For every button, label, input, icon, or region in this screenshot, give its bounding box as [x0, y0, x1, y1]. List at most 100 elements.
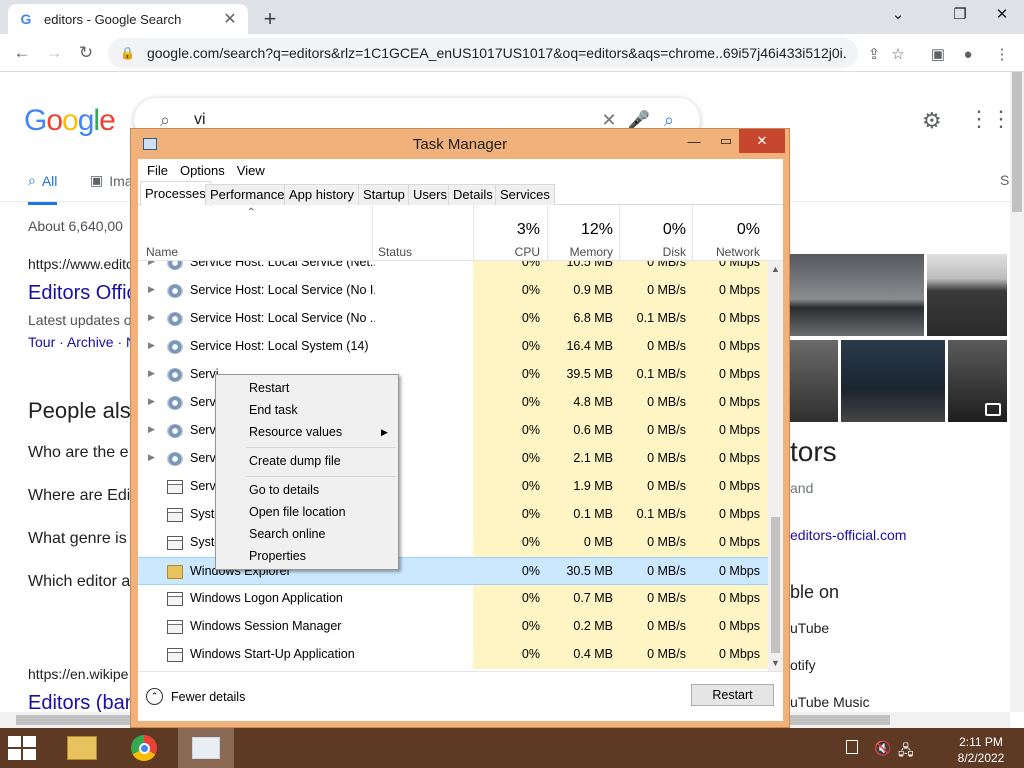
address-bar[interactable]: 🔒 google.com/search?q=editors&rlz=1C1GCE…: [108, 38, 858, 68]
col-disk[interactable]: Disk: [624, 245, 686, 259]
expand-chevron-icon[interactable]: ▶: [148, 368, 155, 379]
task-manager-titlebar[interactable]: Task Manager — ▭ ✕: [131, 129, 789, 159]
tab-close-icon[interactable]: ✕: [222, 9, 238, 29]
paa-question-1[interactable]: Who are the e: [28, 444, 129, 462]
menu-kebab-icon[interactable]: ⋮: [990, 42, 1014, 66]
col-memory[interactable]: Memory: [552, 245, 613, 259]
ctx-restart[interactable]: Restart: [249, 381, 289, 395]
tab-details[interactable]: Details: [448, 184, 498, 205]
reload-icon[interactable]: ↻: [74, 41, 98, 65]
expand-chevron-icon[interactable]: ▶: [148, 312, 155, 323]
apps-grid-icon[interactable]: ⋮⋮⋮: [968, 106, 1010, 132]
menu-view[interactable]: View: [237, 163, 265, 178]
table-row[interactable]: ▶ Service Host: Local Service (No I... 0% 0…: [138, 277, 768, 305]
menu-options[interactable]: Options: [180, 163, 225, 178]
kp-image-band-3[interactable]: [841, 340, 945, 422]
forward-arrow-icon[interactable]: →: [42, 41, 66, 65]
table-row[interactable]: ▶ Service Host: Local System (14) 0% 16.4 M…: [138, 333, 768, 361]
col-status[interactable]: Status: [378, 245, 412, 259]
taskbar-file-explorer[interactable]: [54, 728, 110, 768]
ctx-resource-values[interactable]: Resource values: [249, 425, 342, 439]
network-icon[interactable]: 🖧: [898, 740, 914, 764]
col-network[interactable]: Network: [696, 245, 760, 259]
tab-app-history[interactable]: App history: [284, 184, 360, 205]
tm-scrollbar[interactable]: ▲ ▼: [768, 261, 783, 671]
col-cpu[interactable]: CPU: [478, 245, 540, 259]
settings-gear-icon[interactable]: ⚙: [922, 108, 942, 134]
tab-users[interactable]: Users: [408, 184, 452, 205]
tab-all[interactable]: ⌕ All: [28, 172, 58, 205]
search-query-input[interactable]: vi: [194, 111, 594, 129]
table-row[interactable]: Windows Logon Application 0% 0.7 MB 0 MB/s 0…: [138, 585, 768, 613]
ctx-end-task[interactable]: End task: [249, 403, 298, 417]
start-windows-icon[interactable]: [8, 736, 38, 760]
taskbar-task-manager[interactable]: [178, 728, 234, 768]
profile-avatar-icon[interactable]: ●: [956, 42, 980, 66]
result1-url[interactable]: https://www.edito: [28, 256, 134, 272]
result1-sitelinks[interactable]: Tour · Archive · N: [28, 334, 136, 350]
ctx-properties[interactable]: Properties: [249, 549, 306, 563]
expand-chevron-icon[interactable]: ▶: [148, 340, 155, 351]
tm-minimize-button[interactable]: —: [677, 129, 711, 153]
table-row[interactable]: ▶ Service Host: Local Service (Net... 0% 10…: [138, 261, 768, 277]
ctx-create-dump-file[interactable]: Create dump file: [249, 454, 341, 468]
tab-partial[interactable]: S: [1000, 172, 1009, 188]
kp-image-band-1[interactable]: [927, 254, 1007, 336]
table-row[interactable]: Windows Session Manager 0% 0.2 MB 0 MB/s 0 M…: [138, 613, 768, 641]
tab-performance[interactable]: Performance: [205, 184, 290, 205]
result2-title-link[interactable]: Editors (ban: [28, 692, 136, 712]
result2-url[interactable]: https://en.wikipe: [28, 666, 128, 682]
tab-images[interactable]: ▣ Ima: [90, 172, 133, 189]
lock-icon[interactable]: 🔒: [120, 46, 135, 60]
kp-service-1[interactable]: uTube: [790, 620, 829, 636]
restart-button[interactable]: Restart: [691, 684, 774, 706]
kp-image-band-4[interactable]: [948, 340, 1007, 422]
expand-chevron-icon[interactable]: ▶: [148, 261, 155, 267]
tm-scroll-thumb[interactable]: [771, 517, 780, 653]
tab-search-icon[interactable]: ⌄: [878, 0, 918, 28]
paa-question-3[interactable]: What genre is: [28, 530, 127, 548]
browser-tab[interactable]: G editors - Google Search ✕: [8, 4, 248, 34]
expand-chevron-icon[interactable]: ▶: [148, 452, 155, 463]
col-name[interactable]: Name: [146, 245, 178, 259]
paa-question-4[interactable]: Which editor a: [28, 573, 130, 591]
expand-chevron-icon[interactable]: ▶: [148, 424, 155, 435]
kp-website-link[interactable]: editors-official.com: [790, 527, 906, 543]
volume-muted-icon[interactable]: 🔇: [874, 740, 891, 757]
browser-close-button[interactable]: ✕: [982, 0, 1022, 28]
tab-startup[interactable]: Startup: [358, 184, 410, 205]
table-row[interactable]: Windows Start-Up Application 0% 0.4 MB 0 MB…: [138, 641, 768, 669]
fewer-details-button[interactable]: ⌃ Fewer details: [146, 688, 245, 705]
tab-processes[interactable]: Processes: [140, 181, 211, 206]
scroll-down-arrow-icon[interactable]: ▼: [768, 658, 783, 668]
table-row[interactable]: ▶ Service Host: Local Service (No ... 0% 6.…: [138, 305, 768, 333]
tm-close-button[interactable]: ✕: [739, 129, 785, 153]
bookmark-star-icon[interactable]: ☆: [886, 42, 910, 66]
page-vertical-scrollbar[interactable]: [1010, 72, 1024, 712]
expand-chevron-icon[interactable]: ▶: [148, 284, 155, 295]
browser-restore-button[interactable]: ❐: [940, 0, 980, 28]
new-tab-button[interactable]: +: [258, 6, 282, 32]
share-icon[interactable]: ⇪: [862, 42, 886, 66]
page-scroll-thumb[interactable]: [1012, 72, 1022, 212]
expand-chevron-icon[interactable]: ▶: [148, 396, 155, 407]
kp-image-concert[interactable]: [790, 254, 924, 336]
tab-services[interactable]: Services: [495, 184, 555, 205]
tm-maximize-button[interactable]: ▭: [709, 129, 743, 153]
taskbar-clock[interactable]: 2:11 PM 8/2/2022: [948, 734, 1014, 766]
ctx-open-file-location[interactable]: Open file location: [249, 505, 346, 519]
kp-image-band-2[interactable]: [790, 340, 838, 422]
google-logo[interactable]: Google: [24, 104, 116, 138]
result1-title-link[interactable]: Editors Offici: [28, 282, 141, 305]
scroll-up-arrow-icon[interactable]: ▲: [768, 264, 783, 274]
action-center-icon[interactable]: [846, 740, 858, 754]
taskbar-chrome[interactable]: [116, 728, 172, 768]
back-arrow-icon[interactable]: ←: [10, 41, 34, 65]
more-images-icon[interactable]: [985, 403, 1001, 416]
kp-service-2[interactable]: otify: [790, 657, 816, 673]
ctx-search-online[interactable]: Search online: [249, 527, 325, 541]
kp-service-3[interactable]: uTube Music: [790, 694, 870, 710]
paa-question-2[interactable]: Where are Edi: [28, 487, 130, 505]
side-panel-icon[interactable]: ▣: [926, 42, 950, 66]
ctx-go-to-details[interactable]: Go to details: [249, 483, 319, 497]
